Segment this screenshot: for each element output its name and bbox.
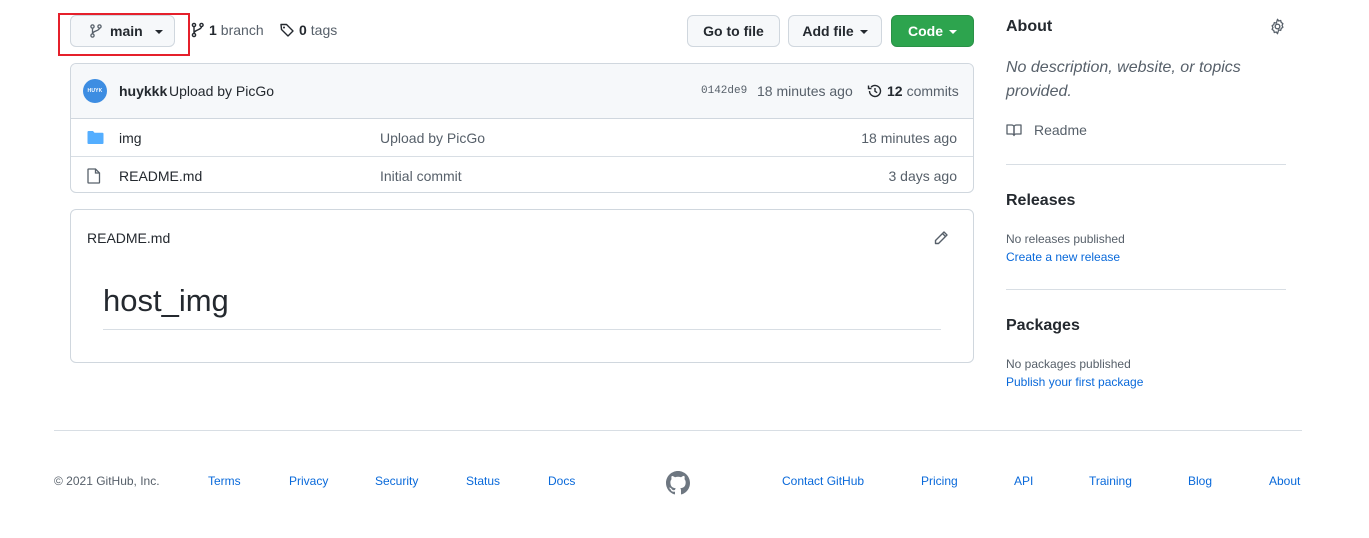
tags-link[interactable]: 0 tags (279, 22, 337, 38)
history-icon (867, 83, 883, 99)
footer-link-training[interactable]: Training (1089, 474, 1132, 488)
commits-label: commits (906, 83, 959, 99)
folder-icon (87, 130, 104, 145)
footer-link-status[interactable]: Status (466, 474, 500, 488)
pencil-icon[interactable] (933, 230, 949, 246)
file-age: 18 minutes ago (861, 130, 957, 146)
divider (103, 329, 941, 330)
github-logo-icon[interactable] (666, 471, 690, 495)
footer-link-docs[interactable]: Docs (548, 474, 575, 488)
branch-name: main (110, 23, 143, 39)
footer-link-contact[interactable]: Contact GitHub (782, 474, 864, 488)
readme-panel: README.md host_img (70, 209, 974, 363)
add-file-button[interactable]: Add file (788, 15, 882, 47)
chevron-down-icon (154, 30, 163, 34)
avatar[interactable]: HUYK (83, 79, 107, 103)
releases-title[interactable]: Releases (1006, 192, 1075, 210)
commit-sha-link[interactable]: 0142de9 (701, 85, 747, 97)
commits-history-link[interactable]: 12 commits (867, 83, 959, 99)
git-branch-icon (191, 22, 205, 38)
footer-copyright: © 2021 GitHub, Inc. (54, 474, 160, 488)
latest-commit-bar: HUYK huykkk Upload by PicGo 0142de9 18 m… (71, 64, 973, 119)
footer-link-api[interactable]: API (1014, 474, 1033, 488)
file-age: 3 days ago (888, 168, 958, 184)
about-description: No description, website, or topics provi… (1006, 59, 1241, 100)
footer-link-security[interactable]: Security (375, 474, 418, 488)
releases-empty-text: No releases published (1006, 232, 1125, 246)
chevron-down-icon (859, 30, 868, 34)
tags-count: 0 (299, 22, 307, 38)
packages-empty-text: No packages published (1006, 357, 1131, 371)
branches-link[interactable]: 1 branch (191, 22, 264, 38)
gear-icon[interactable] (1269, 18, 1286, 35)
publish-package-link[interactable]: Publish your first package (1006, 375, 1143, 389)
readme-link-label: Readme (1034, 122, 1087, 138)
commit-author-link[interactable]: huykkk (119, 83, 167, 99)
chevron-down-icon (949, 30, 957, 34)
code-button[interactable]: Code (891, 15, 974, 47)
footer-link-about[interactable]: About (1269, 474, 1300, 488)
footer-link-pricing[interactable]: Pricing (921, 474, 958, 488)
go-to-file-button[interactable]: Go to file (687, 15, 780, 47)
commits-count: 12 (887, 83, 903, 99)
about-title: About (1006, 18, 1053, 35)
git-branch-icon (88, 23, 104, 39)
commit-time: 18 minutes ago (757, 83, 853, 99)
readme-link[interactable]: Readme (1006, 122, 1087, 138)
go-to-file-label: Go to file (703, 23, 764, 39)
file-icon (87, 168, 101, 184)
branches-label: branch (220, 22, 264, 38)
file-browser: HUYK huykkk Upload by PicGo 0142de9 18 m… (70, 63, 974, 193)
add-file-label: Add file (802, 23, 854, 39)
tags-label: tags (310, 22, 338, 38)
divider (1006, 289, 1286, 290)
branch-select-button[interactable]: main (70, 15, 175, 47)
divider (1006, 164, 1286, 165)
footer-link-terms[interactable]: Terms (208, 474, 241, 488)
file-commit-message-link[interactable]: Initial commit (380, 168, 462, 184)
branches-count: 1 (209, 22, 217, 38)
packages-title[interactable]: Packages (1006, 317, 1080, 335)
book-icon (1006, 122, 1022, 138)
code-label: Code (908, 23, 943, 39)
tag-icon (279, 22, 295, 38)
file-name-link[interactable]: img (119, 130, 142, 146)
footer-divider (54, 430, 1302, 431)
file-commit-message-link[interactable]: Upload by PicGo (380, 130, 485, 146)
file-row: img Upload by PicGo 18 minutes ago (71, 119, 973, 156)
readme-filename-link[interactable]: README.md (87, 230, 170, 246)
file-row: README.md Initial commit 3 days ago (71, 156, 973, 192)
footer-link-privacy[interactable]: Privacy (289, 474, 328, 488)
create-release-link[interactable]: Create a new release (1006, 250, 1120, 264)
commit-message-link[interactable]: Upload by PicGo (169, 83, 274, 99)
file-name-link[interactable]: README.md (119, 168, 202, 184)
readme-heading: host_img (103, 283, 229, 318)
footer-link-blog[interactable]: Blog (1188, 474, 1212, 488)
